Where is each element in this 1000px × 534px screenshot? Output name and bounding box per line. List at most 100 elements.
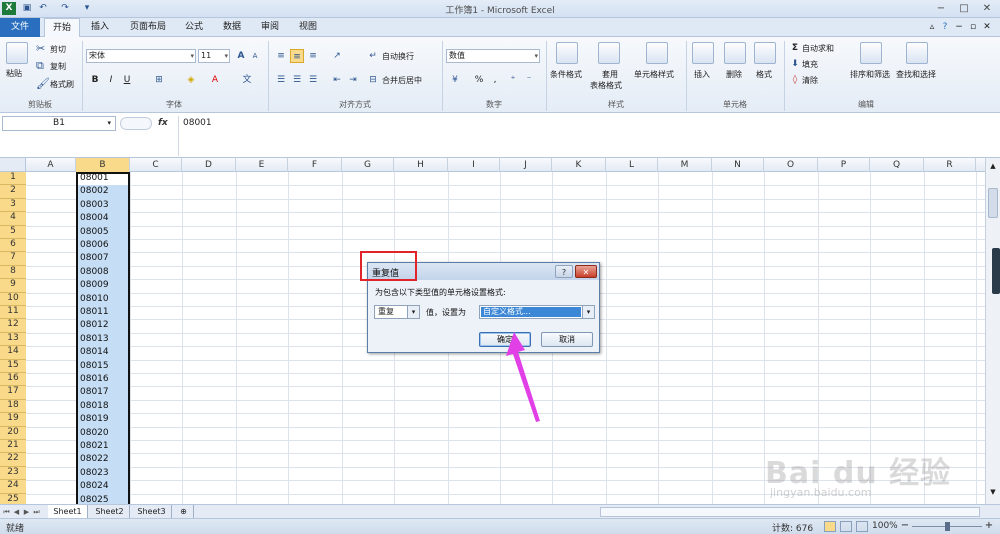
row-header[interactable]: 8 [0,265,26,280]
sheet-tab-1[interactable]: Sheet1 [48,505,88,519]
decrease-decimal-icon[interactable]: ⁻ [522,73,536,87]
chevron-down-icon[interactable]: ▾ [407,306,419,318]
row-header[interactable]: 5 [0,225,26,239]
maximize-button[interactable]: □ [953,1,975,16]
align-top-icon[interactable]: ≡ [274,49,288,63]
format-painter-icon[interactable]: 🖌 [36,77,50,90]
page-layout-view-icon[interactable] [840,521,852,532]
scissors-icon[interactable]: ✂ [36,42,45,55]
column-header-e[interactable]: E [236,158,288,172]
format-as-table-line2[interactable]: 表格格式 [590,80,622,91]
font-size-combo[interactable]: 11 ▾ [198,49,230,63]
normal-view-icon[interactable] [824,521,836,532]
align-left-icon[interactable]: ☰ [274,73,288,87]
comma-button[interactable]: , [488,73,502,87]
copy-icon[interactable]: ⧉ [36,59,44,73]
phonetic-icon[interactable]: 文 [240,73,254,87]
page-break-view-icon[interactable] [856,521,868,532]
fill-color-icon[interactable]: ◈ [184,73,198,87]
format-cells-icon[interactable] [754,42,776,64]
copy-button[interactable]: 复制 [50,61,66,72]
tab-data[interactable]: 数据 [216,18,248,37]
row-header[interactable]: 13 [0,332,26,347]
orientation-icon[interactable]: ↗ [330,49,344,63]
row-header[interactable]: 4 [0,212,26,226]
vertical-scrollbar[interactable]: ▲ ▼ [985,158,1000,504]
row-header[interactable]: 6 [0,239,26,253]
fill-button[interactable]: 填充 [802,59,818,70]
column-header-l[interactable]: L [606,158,658,172]
minimize-ribbon-icon[interactable]: ▵ [925,18,939,37]
tab-file[interactable]: 文件 [0,18,40,37]
row-header[interactable]: 2 [0,185,26,199]
column-header-n[interactable]: N [712,158,764,172]
column-header-f[interactable]: F [288,158,342,172]
eraser-icon[interactable]: ◊ [788,73,802,87]
currency-icon[interactable]: ¥ [448,73,462,87]
row-header[interactable]: 9 [0,279,26,293]
paste-icon[interactable] [6,42,28,64]
row-header[interactable]: 11 [0,306,26,320]
align-bottom-icon[interactable]: ≡ [306,49,320,63]
format-cells-button[interactable]: 格式 [756,69,772,80]
column-header-q[interactable]: Q [870,158,924,172]
dialog-close-button[interactable]: ✕ [575,265,597,278]
format-as-table-line1[interactable]: 套用 [602,69,618,80]
sort-filter-icon[interactable] [860,42,882,64]
help-icon[interactable]: ? [938,18,952,37]
row-header[interactable]: 25 [0,493,26,504]
scroll-thumb[interactable] [988,188,998,218]
minimize-button[interactable]: − [930,1,952,16]
delete-cells-button[interactable]: 删除 [726,69,742,80]
workbook-close-icon[interactable]: ✕ [980,18,994,37]
shrink-font-button[interactable]: A [248,49,262,63]
row-header[interactable]: 22 [0,453,26,467]
column-header-p[interactable]: P [818,158,870,172]
column-header-j[interactable]: J [500,158,552,172]
row-header[interactable]: 20 [0,426,26,440]
font-color-icon[interactable]: A [208,73,222,87]
close-window-button[interactable]: ✕ [976,1,998,16]
bold-button[interactable]: B [88,73,102,87]
row-header[interactable]: 7 [0,252,26,266]
zoom-slider-thumb[interactable] [945,522,950,531]
sheet-tab-2[interactable]: Sheet2 [90,505,130,519]
tab-formulas[interactable]: 公式 [178,18,210,37]
insert-function-button[interactable]: fx [158,116,172,131]
row-header[interactable]: 19 [0,413,26,427]
row-header[interactable]: 21 [0,440,26,454]
row-header[interactable]: 16 [0,373,26,387]
increase-indent-icon[interactable]: ⇥ [346,73,360,87]
dialog-help-button[interactable]: ? [555,265,573,278]
tab-view[interactable]: 视图 [292,18,324,37]
autosum-button[interactable]: 自动求和 [802,43,834,54]
row-header[interactable]: 17 [0,386,26,400]
column-header-k[interactable]: K [552,158,606,172]
paste-button-label[interactable]: 粘贴 [6,68,22,79]
column-header-r[interactable]: R [924,158,976,172]
column-header-o[interactable]: O [764,158,818,172]
scroll-down-icon[interactable]: ▼ [988,488,998,498]
row-header[interactable]: 18 [0,399,26,414]
borders-icon[interactable]: ⊞ [152,73,166,87]
select-all-button[interactable] [0,158,26,172]
font-name-combo[interactable]: 宋体 ▾ [86,49,196,63]
new-sheet-icon[interactable]: ⊕ [174,505,194,519]
align-middle-icon[interactable]: ≡ [290,49,304,63]
wrap-text-button[interactable]: 自动换行 [382,51,414,62]
prev-sheet-icon[interactable]: ◀ [12,505,21,519]
conditional-format-icon[interactable] [556,42,578,64]
row-header[interactable]: 24 [0,480,26,494]
name-box[interactable]: B1 ▾ [2,116,116,131]
format-as-table-icon[interactable] [598,42,620,64]
tab-insert[interactable]: 插入 [84,18,116,37]
conditional-format-button[interactable]: 条件格式 [550,69,582,80]
row-header[interactable]: 15 [0,359,26,373]
sheet-tab-3[interactable]: Sheet3 [132,505,172,519]
cut-button[interactable]: 剪切 [50,44,66,55]
zoom-level[interactable]: 100% [872,521,898,531]
increase-decimal-icon[interactable]: ⁺ [506,73,520,87]
sort-filter-button[interactable]: 排序和筛选 [850,69,890,80]
column-header-d[interactable]: D [182,158,236,172]
scroll-up-icon[interactable]: ▲ [988,162,998,172]
